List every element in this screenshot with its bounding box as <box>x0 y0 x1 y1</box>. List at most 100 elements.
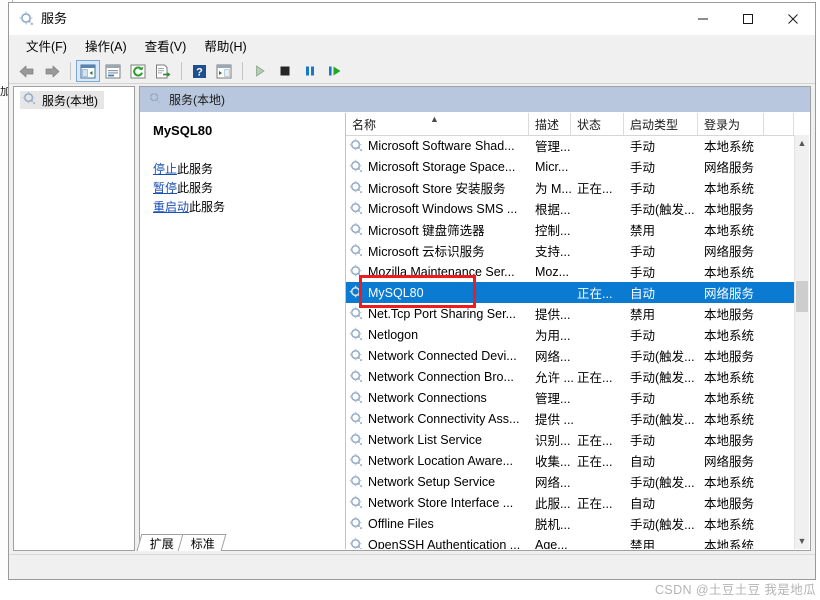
table-row[interactable]: Network List Service 识别... 正在... 手动 本地服务 <box>346 429 795 450</box>
table-row[interactable]: Mozilla Maintenance Ser... Moz... 手动 本地系统 <box>346 261 795 282</box>
back-button[interactable] <box>15 60 39 82</box>
cell-status <box>571 471 630 492</box>
forward-button[interactable] <box>40 60 64 82</box>
table-row[interactable]: Netlogon 为用... 手动 本地系统 <box>346 324 795 345</box>
back-icon <box>19 65 34 77</box>
show-action-pane-button[interactable] <box>212 60 236 82</box>
scroll-down-arrow[interactable]: ▼ <box>795 533 809 549</box>
tab-standard[interactable]: 标准 <box>177 534 227 551</box>
cell-status <box>571 219 630 240</box>
table-row[interactable]: Net.Tcp Port Sharing Ser... 提供... 禁用 本地服务 <box>346 303 795 324</box>
start-service-button[interactable] <box>248 60 272 82</box>
refresh-button[interactable] <box>126 60 150 82</box>
table-row[interactable]: Offline Files 脱机... 手动(触发... 本地系统 <box>346 513 795 534</box>
column-header-label: 状态 <box>577 117 602 132</box>
column-header-pad[interactable] <box>764 113 794 135</box>
column-header-name[interactable]: 名称 ▲ <box>346 113 529 135</box>
cell-status <box>571 345 630 366</box>
column-header-label: 描述 <box>535 117 560 132</box>
table-row[interactable]: Microsoft 云标识服务 支持... 手动 网络服务 <box>346 240 795 261</box>
tab-extended-label: 扩展 <box>149 536 174 551</box>
pause-service-button[interactable] <box>298 60 322 82</box>
cell-description: 为 M... <box>535 182 572 196</box>
cell-description <box>529 282 577 303</box>
stop-service-icon <box>280 66 290 76</box>
cell-name: Netlogon <box>368 327 419 342</box>
cell-description: 为用... <box>535 329 571 343</box>
stop-service-button[interactable] <box>273 60 297 82</box>
menu-action[interactable]: 操作(A) <box>76 37 136 58</box>
table-row[interactable]: Network Connection Bro... 允许 ... 正在... 手动(触… <box>346 366 795 387</box>
cell-name: Network Location Aware... <box>368 453 513 468</box>
table-row[interactable]: OpenSSH Authentication ... Age... 禁用 本地系统 <box>346 534 795 549</box>
cell-name: Microsoft Software Shad... <box>368 138 515 153</box>
menu-help[interactable]: 帮助(H) <box>195 37 255 58</box>
sort-ascending-icon: ▲ <box>430 114 439 124</box>
toolbar-separator-3 <box>242 62 243 80</box>
properties-button[interactable] <box>101 60 125 82</box>
show-hide-tree-icon <box>80 64 96 78</box>
column-header-logon[interactable]: 登录为 <box>698 113 764 135</box>
cell-name: Network List Service <box>368 432 482 447</box>
minimize-button[interactable] <box>680 3 725 35</box>
column-header-status[interactable]: 状态 <box>571 113 624 135</box>
scroll-up-arrow[interactable]: ▲ <box>795 135 809 151</box>
restart-this-service-link[interactable]: 重启动 <box>153 200 189 214</box>
maximize-button[interactable] <box>725 3 770 35</box>
results-pane: 服务(本地) MySQL80 停止此服务 暂停此服务 重启动此服务 名称 ▲ 描… <box>139 86 811 551</box>
cell-startup: 手动 <box>630 329 656 343</box>
stop-this-service-link[interactable]: 停止 <box>153 162 177 176</box>
table-row[interactable]: Network Connected Devi... 网络... 手动(触发... 本地… <box>346 345 795 366</box>
table-row[interactable]: Network Setup Service 网络... 手动(触发... 本地系统 <box>346 471 795 492</box>
table-row[interactable]: Microsoft Store 安装服务 为 M... 正在... 手动 本地系统 <box>346 177 795 198</box>
cell-description: 提供... <box>535 308 571 322</box>
show-hide-tree-button[interactable] <box>76 60 100 82</box>
menu-file[interactable]: 文件(F) <box>17 37 76 58</box>
help-button[interactable]: ? <box>187 60 211 82</box>
scrollbar-thumb[interactable] <box>796 281 808 312</box>
export-list-button[interactable] <box>151 60 175 82</box>
table-row[interactable]: MySQL80 正在... 自动 网络服务 <box>346 282 795 303</box>
cell-startup: 手动(触发... <box>630 413 695 427</box>
services-gear-icon <box>22 91 37 109</box>
cell-status <box>571 513 630 534</box>
vertical-scrollbar[interactable]: ▲ ▼ <box>794 135 809 549</box>
cell-startup: 手动 <box>630 140 656 154</box>
service-detail-pane: MySQL80 停止此服务 暂停此服务 重启动此服务 <box>141 113 346 549</box>
close-button[interactable] <box>770 3 815 35</box>
cell-startup: 手动 <box>630 434 656 448</box>
column-header-startup[interactable]: 启动类型 <box>624 113 698 135</box>
table-row[interactable]: Network Location Aware... 收集... 正在... 自动 网络服… <box>346 450 795 471</box>
cell-status: 正在... <box>577 434 613 448</box>
cell-description: 支持... <box>535 245 571 259</box>
table-row[interactable]: Microsoft 键盘筛选器 控制... 禁用 本地系统 <box>346 219 795 240</box>
pane-header: 服务(本地) <box>140 87 810 112</box>
cell-name: Network Setup Service <box>368 474 496 489</box>
services-list: Microsoft Software Shad... 管理... 手动 本地系统 Mic… <box>346 135 795 549</box>
show-action-pane-icon <box>216 64 232 78</box>
cell-logon: 本地系统 <box>704 266 755 280</box>
table-row[interactable]: Network Connections 管理... 手动 本地系统 <box>346 387 795 408</box>
table-row[interactable]: Network Store Interface ... 此服... 正在... 自动 本… <box>346 492 795 513</box>
table-row[interactable]: Microsoft Software Shad... 管理... 手动 本地系统 <box>346 135 795 156</box>
cell-name: OpenSSH Authentication ... <box>368 537 521 550</box>
cell-name: Microsoft Windows SMS ... <box>368 201 518 216</box>
toolbar-separator <box>70 62 71 80</box>
pause-this-service-link[interactable]: 暂停 <box>153 181 177 195</box>
cell-description: 控制... <box>535 224 571 238</box>
restart-service-button[interactable] <box>323 60 347 82</box>
cell-name: Microsoft 键盘筛选器 <box>368 224 485 238</box>
cell-startup: 手动(触发... <box>630 371 695 385</box>
table-row[interactable]: Microsoft Windows SMS ... 根据... 手动(触发... 本地… <box>346 198 795 219</box>
list-column-headers: 名称 ▲ 描述 状态 启动类型 登录为 <box>346 113 809 136</box>
tree-node-services-local[interactable]: 服务(本地) <box>20 91 104 109</box>
start-service-icon <box>256 65 265 77</box>
table-row[interactable]: Network Connectivity Ass... 提供 ... 手动(触发..… <box>346 408 795 429</box>
menu-view[interactable]: 查看(V) <box>136 37 196 58</box>
cell-status <box>571 324 630 345</box>
screen: 加 服务 文件(F) 操作(A) 查看(V) 帮助(H) ? 服务(本地) 服务… <box>0 0 820 600</box>
column-header-description[interactable]: 描述 <box>529 113 571 135</box>
table-row[interactable]: Microsoft Storage Space... Micr... 手动 网络服务 <box>346 156 795 177</box>
cell-description: 网络... <box>535 350 571 364</box>
cell-name: MySQL80 <box>368 285 424 300</box>
